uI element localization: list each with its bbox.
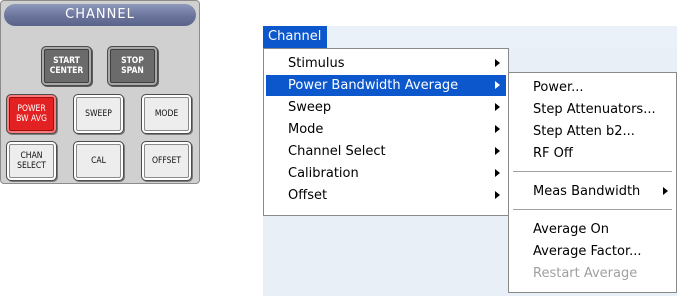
start-center-key[interactable]: START CENTER	[41, 46, 92, 86]
submenu-arrow-icon	[495, 125, 500, 133]
submenu-arrow-icon	[495, 191, 500, 199]
menu-item-sweep[interactable]: Sweep	[266, 97, 506, 118]
menu-item-power-bandwidth-average[interactable]: Power Bandwidth Average	[266, 75, 506, 96]
submenu-arrow-icon	[495, 59, 500, 67]
cal-key-label: CAL	[91, 156, 106, 166]
submenu-item-label: Power...	[533, 80, 584, 95]
menubar-channel[interactable]: Channel	[263, 26, 327, 48]
stop-span-key-label: STOP SPAN	[121, 56, 144, 76]
chan-select-key-label: CHAN SELECT	[17, 151, 46, 171]
menu-item-channel-select[interactable]: Channel Select	[266, 141, 506, 162]
submenu-item-step-attenuators[interactable]: Step Attenuators...	[511, 99, 674, 120]
submenu-item-meas-bandwidth[interactable]: Meas Bandwidth	[511, 181, 674, 202]
chan-select-key[interactable]: CHAN SELECT	[6, 141, 57, 181]
menu-item-offset[interactable]: Offset	[266, 185, 506, 206]
power-bw-avg-key[interactable]: POWER BW AVG	[6, 94, 57, 134]
menu-item-calibration[interactable]: Calibration	[266, 163, 506, 184]
channel-menu: Stimulus Power Bandwidth Average Sweep Mode…	[263, 48, 509, 216]
offset-key-label: OFFSET	[151, 156, 182, 166]
submenu-item-label: Step Attenuators...	[533, 102, 656, 117]
menu-item-label: Channel Select	[288, 144, 386, 159]
power-bandwidth-average-submenu: Power... Step Attenuators... Step Atten b2…	[508, 72, 677, 293]
menu-item-label: Power Bandwidth Average	[288, 78, 459, 93]
sweep-key-label: SWEEP	[85, 109, 112, 119]
mode-key-label: MODE	[154, 109, 179, 119]
menu-item-mode[interactable]: Mode	[266, 119, 506, 140]
start-center-key-label: START CENTER	[49, 56, 84, 76]
menu-separator	[513, 209, 672, 210]
offset-key[interactable]: OFFSET	[141, 141, 192, 181]
submenu-item-label: Step Atten b2...	[533, 124, 635, 139]
stop-span-key[interactable]: STOP SPAN	[107, 46, 158, 86]
submenu-item-power[interactable]: Power...	[511, 77, 674, 98]
submenu-item-average-factor[interactable]: Average Factor...	[511, 241, 674, 262]
cal-key[interactable]: CAL	[73, 141, 124, 181]
power-bw-avg-key-label: POWER BW AVG	[16, 104, 47, 124]
submenu-item-label: Average Factor...	[533, 244, 642, 259]
submenu-arrow-icon	[495, 169, 500, 177]
submenu-item-restart-average: Restart Average	[511, 263, 674, 284]
menu-item-stimulus[interactable]: Stimulus	[266, 53, 506, 74]
menu-item-label: Sweep	[288, 100, 332, 115]
channel-hardkey-panel: CHANNEL START CENTER STOP SPAN POWER BW …	[0, 0, 200, 184]
submenu-arrow-icon	[495, 103, 500, 111]
panel-title: CHANNEL	[4, 4, 196, 26]
submenu-item-label: Restart Average	[533, 266, 638, 281]
submenu-arrow-icon	[495, 147, 500, 155]
submenu-item-label: Meas Bandwidth	[533, 184, 641, 199]
submenu-item-rf-off[interactable]: RF Off	[511, 143, 674, 164]
submenu-arrow-icon	[663, 187, 668, 195]
menu-item-label: Stimulus	[288, 56, 345, 71]
submenu-arrow-icon	[495, 81, 500, 89]
sweep-key[interactable]: SWEEP	[73, 94, 124, 134]
mode-key[interactable]: MODE	[141, 94, 192, 134]
submenu-item-average-on[interactable]: Average On	[511, 219, 674, 240]
menu-separator	[513, 171, 672, 172]
menu-item-label: Calibration	[288, 166, 359, 181]
submenu-item-step-atten-b2[interactable]: Step Atten b2...	[511, 121, 674, 142]
submenu-item-label: RF Off	[533, 146, 573, 161]
menu-item-label: Mode	[288, 122, 324, 137]
menu-item-label: Offset	[288, 188, 328, 203]
submenu-item-label: Average On	[533, 222, 609, 237]
